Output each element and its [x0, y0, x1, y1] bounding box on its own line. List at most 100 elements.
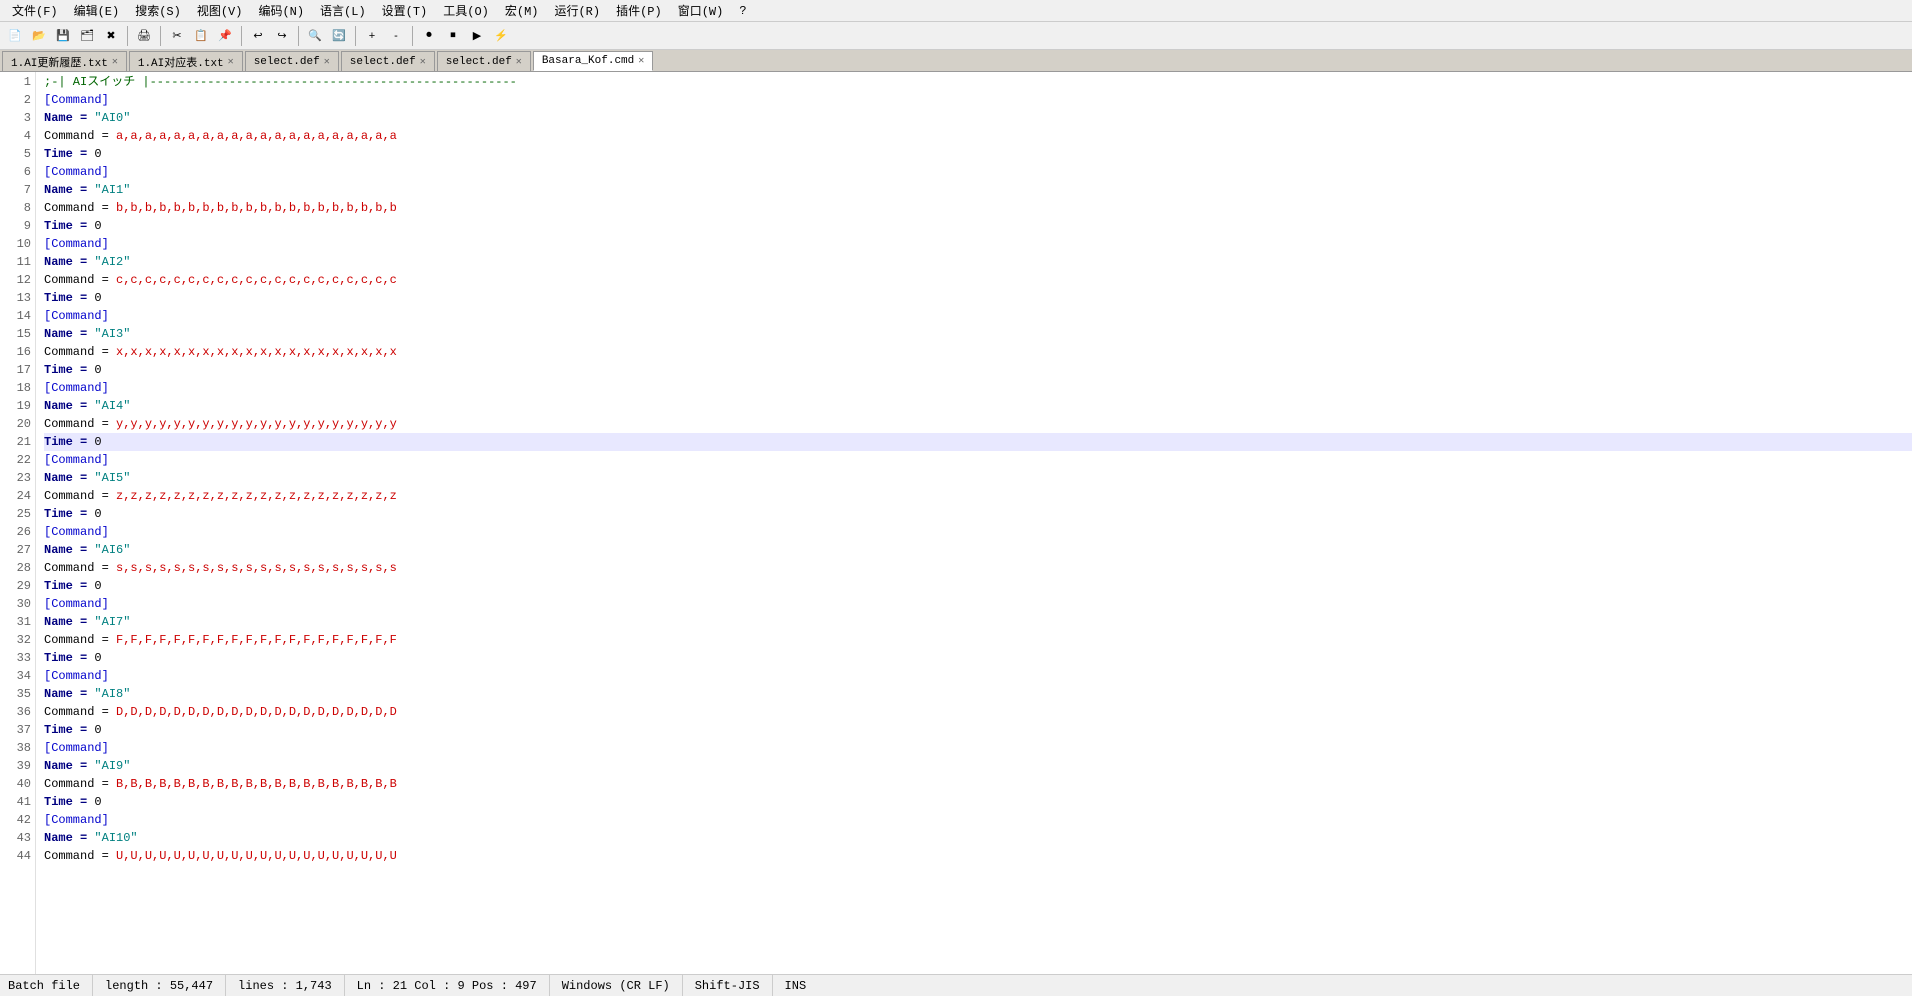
- toolbar-zoom-in[interactable]: +: [361, 25, 383, 47]
- toolbar-sep2: [160, 26, 161, 46]
- status-filetype: Batch file: [8, 975, 93, 996]
- tab-close-icon[interactable]: ✕: [324, 56, 330, 68]
- status-encoding: Windows (CR LF): [550, 975, 683, 996]
- tab-close-icon[interactable]: ✕: [638, 55, 644, 67]
- line-number: 44: [0, 847, 31, 865]
- toolbar-sep5: [355, 26, 356, 46]
- menu-help[interactable]: ?: [731, 2, 754, 20]
- code-line: [Command]: [44, 379, 1912, 397]
- code-line: Command = b,b,b,b,b,b,b,b,b,b,b,b,b,b,b,…: [44, 199, 1912, 217]
- code-line: Time = 0: [44, 217, 1912, 235]
- line-number: 40: [0, 775, 31, 793]
- code-line: [Command]: [44, 739, 1912, 757]
- menu-window[interactable]: 窗口(W): [670, 0, 732, 21]
- tab-close-icon[interactable]: ✕: [228, 56, 234, 68]
- toolbar-saveall[interactable]: 🗂: [76, 25, 98, 47]
- code-line: [Command]: [44, 307, 1912, 325]
- code-line: Name = "AI7": [44, 613, 1912, 631]
- code-line: [Command]: [44, 235, 1912, 253]
- menu-view[interactable]: 视图(V): [189, 0, 251, 21]
- toolbar-zoom-out[interactable]: -: [385, 25, 407, 47]
- line-number: 29: [0, 577, 31, 595]
- toolbar-close[interactable]: ✖: [100, 25, 122, 47]
- code-line: Command = D,D,D,D,D,D,D,D,D,D,D,D,D,D,D,…: [44, 703, 1912, 721]
- line-number: 28: [0, 559, 31, 577]
- menu-file[interactable]: 文件(F): [4, 0, 66, 21]
- code-line: Name = "AI9": [44, 757, 1912, 775]
- line-number: 10: [0, 235, 31, 253]
- line-number: 5: [0, 145, 31, 163]
- tab-ai-history[interactable]: 1.AI更新履歴.txt ✕: [2, 51, 127, 71]
- menu-plugins[interactable]: 插件(P): [608, 0, 670, 21]
- toolbar-undo[interactable]: ↩: [247, 25, 269, 47]
- line-number: 9: [0, 217, 31, 235]
- toolbar-open[interactable]: 📂: [28, 25, 50, 47]
- menu-language[interactable]: 语言(L): [312, 0, 374, 21]
- code-line: Name = "AI1": [44, 181, 1912, 199]
- code-line: Command = a,a,a,a,a,a,a,a,a,a,a,a,a,a,a,…: [44, 127, 1912, 145]
- toolbar-cut[interactable]: ✂: [166, 25, 188, 47]
- line-number: 18: [0, 379, 31, 397]
- line-number: 37: [0, 721, 31, 739]
- toolbar-macro-play[interactable]: ▶: [466, 25, 488, 47]
- tab-ai-table[interactable]: 1.AI对应表.txt ✕: [129, 51, 243, 71]
- code-line: Time = 0: [44, 505, 1912, 523]
- tab-label: Basara_Kof.cmd: [542, 55, 634, 67]
- line-number: 27: [0, 541, 31, 559]
- tab-label: 1.AI对应表.txt: [138, 54, 224, 70]
- toolbar-find[interactable]: 🔍: [304, 25, 326, 47]
- line-number: 39: [0, 757, 31, 775]
- tab-close-icon[interactable]: ✕: [420, 56, 426, 68]
- line-number: 30: [0, 595, 31, 613]
- menu-run[interactable]: 运行(R): [546, 0, 608, 21]
- line-number: 3: [0, 109, 31, 127]
- menu-search[interactable]: 搜索(S): [127, 0, 189, 21]
- tab-label: 1.AI更新履歴.txt: [11, 54, 108, 70]
- toolbar-replace[interactable]: 🔄: [328, 25, 350, 47]
- menu-tools[interactable]: 工具(O): [435, 0, 497, 21]
- code-line: [Command]: [44, 811, 1912, 829]
- toolbar-redo[interactable]: ↪: [271, 25, 293, 47]
- tab-select-def-3[interactable]: select.def ✕: [437, 51, 531, 71]
- toolbar-new[interactable]: 📄: [4, 25, 26, 47]
- code-line: Command = F,F,F,F,F,F,F,F,F,F,F,F,F,F,F,…: [44, 631, 1912, 649]
- statusbar: Batch file length : 55,447 lines : 1,743…: [0, 974, 1912, 996]
- tab-close-icon[interactable]: ✕: [112, 56, 118, 68]
- status-mode: INS: [773, 975, 819, 996]
- code-area[interactable]: ;-| AIスイッチ |----------------------------…: [36, 72, 1912, 974]
- menu-settings[interactable]: 设置(T): [374, 0, 436, 21]
- toolbar: 📄 📂 💾 🗂 ✖ 🖨 ✂ 📋 📌 ↩ ↪ 🔍 🔄 + - ⏺ ⏹ ▶ ⚡: [0, 22, 1912, 50]
- toolbar-sep1: [127, 26, 128, 46]
- code-line: Name = "AI5": [44, 469, 1912, 487]
- line-number: 15: [0, 325, 31, 343]
- tab-bar: 1.AI更新履歴.txt ✕ 1.AI对应表.txt ✕ select.def …: [0, 50, 1912, 72]
- toolbar-macro-rec[interactable]: ⏺: [418, 25, 440, 47]
- toolbar-save[interactable]: 💾: [52, 25, 74, 47]
- status-charset: Shift-JIS: [683, 975, 773, 996]
- tab-close-icon[interactable]: ✕: [516, 56, 522, 68]
- tab-basara-kof[interactable]: Basara_Kof.cmd ✕: [533, 51, 653, 71]
- code-line: Time = 0: [44, 145, 1912, 163]
- toolbar-run-cmd[interactable]: ⚡: [490, 25, 512, 47]
- line-number: 4: [0, 127, 31, 145]
- toolbar-paste[interactable]: 📌: [214, 25, 236, 47]
- code-line: Time = 0: [44, 577, 1912, 595]
- code-line: Command = x,x,x,x,x,x,x,x,x,x,x,x,x,x,x,…: [44, 343, 1912, 361]
- tab-select-def-2[interactable]: select.def ✕: [341, 51, 435, 71]
- menu-encoding[interactable]: 编码(N): [250, 0, 312, 21]
- code-line: [Command]: [44, 595, 1912, 613]
- toolbar-copy[interactable]: 📋: [190, 25, 212, 47]
- code-line: Time = 0: [44, 433, 1912, 451]
- status-length: length : 55,447: [93, 975, 226, 996]
- menu-edit[interactable]: 编辑(E): [66, 0, 128, 21]
- line-number: 2: [0, 91, 31, 109]
- tab-select-def-1[interactable]: select.def ✕: [245, 51, 339, 71]
- code-line: Time = 0: [44, 793, 1912, 811]
- line-number: 32: [0, 631, 31, 649]
- line-number: 25: [0, 505, 31, 523]
- code-line: Command = s,s,s,s,s,s,s,s,s,s,s,s,s,s,s,…: [44, 559, 1912, 577]
- menu-macro[interactable]: 宏(M): [497, 0, 547, 21]
- toolbar-sep4: [298, 26, 299, 46]
- toolbar-macro-stop[interactable]: ⏹: [442, 25, 464, 47]
- toolbar-print[interactable]: 🖨: [133, 25, 155, 47]
